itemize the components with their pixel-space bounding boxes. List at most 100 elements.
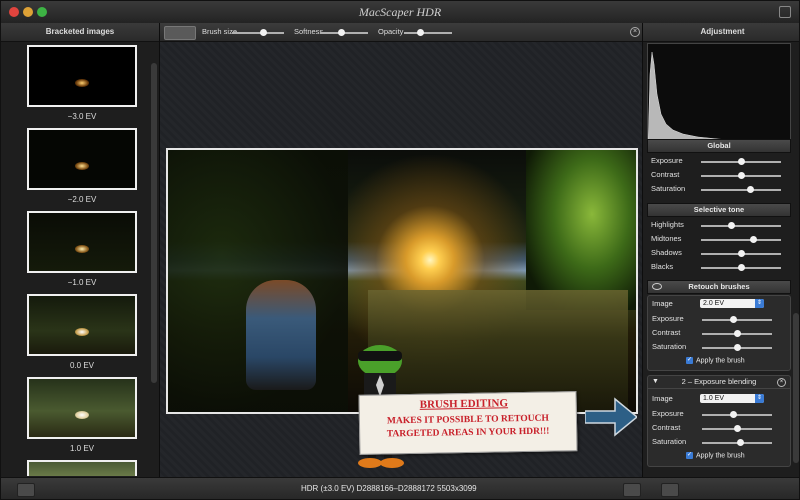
global-section-title: Global bbox=[647, 139, 791, 153]
thumbnail-minus2[interactable]: −2.0 EV bbox=[27, 128, 137, 204]
global-exposure-row: Exposure bbox=[651, 155, 789, 167]
brush2-contrast-row: Contrast bbox=[652, 422, 790, 434]
brush2-saturation-label: Saturation bbox=[652, 437, 687, 446]
thumbnail-image bbox=[27, 211, 137, 273]
histogram bbox=[647, 43, 791, 151]
brush-size-knob[interactable] bbox=[259, 29, 267, 36]
brush2-exposure-slider[interactable] bbox=[702, 411, 772, 418]
eye-icon[interactable] bbox=[652, 283, 662, 290]
slider-knob[interactable] bbox=[730, 411, 737, 418]
left-scrollbar[interactable] bbox=[151, 63, 157, 383]
app-title: MacScaper HDR bbox=[358, 5, 442, 19]
blacks-slider[interactable] bbox=[701, 264, 781, 271]
histogram-graph bbox=[648, 51, 790, 150]
brush-editing-sign: BRUSH EDITING MAKES IT POSSIBLE TO RETOU… bbox=[358, 391, 578, 455]
highlights-slider[interactable] bbox=[701, 222, 781, 229]
bracketed-images-panel: Bracketed images −3.0 EV −2.0 EV −1.0 EV… bbox=[1, 23, 160, 477]
thumbnail-image bbox=[27, 45, 137, 107]
brush1-apply-checkbox[interactable]: ✓ Apply the brush bbox=[686, 357, 745, 364]
brush1-contrast-row: Contrast bbox=[652, 327, 790, 339]
thumbnail-image bbox=[27, 460, 137, 476]
brush1-apply-label: Apply the brush bbox=[696, 357, 745, 365]
right-scrollbar[interactable] bbox=[793, 313, 799, 463]
brush1-saturation-slider[interactable] bbox=[702, 344, 772, 351]
thumbnail-minus3[interactable]: −3.0 EV bbox=[27, 45, 137, 121]
slider-knob[interactable] bbox=[737, 250, 745, 257]
sign-title: BRUSH EDITING bbox=[419, 397, 509, 411]
brush-toolbar: Brush size Softness Opacity × bbox=[160, 23, 642, 42]
checkmark-icon: ✓ bbox=[686, 357, 693, 364]
thumbnail-image bbox=[27, 377, 137, 439]
global-saturation-row: Saturation bbox=[651, 183, 789, 195]
slider-knob[interactable] bbox=[733, 344, 741, 351]
global-saturation-slider[interactable] bbox=[701, 186, 781, 193]
opacity-knob[interactable] bbox=[417, 29, 425, 36]
slider-knob[interactable] bbox=[737, 439, 744, 446]
brush1-exposure-label: Exposure bbox=[652, 314, 684, 323]
bracketed-images-title: Bracketed images bbox=[1, 23, 159, 42]
blacks-label: Blacks bbox=[651, 262, 674, 271]
brush1-saturation-label: Saturation bbox=[652, 342, 687, 351]
shadows-slider[interactable] bbox=[701, 250, 781, 257]
thumbnail-zero[interactable]: 0.0 EV bbox=[27, 294, 137, 370]
brush2-exposure-row: Exposure bbox=[652, 408, 790, 420]
collapse-triangle-icon[interactable]: ▼ bbox=[652, 376, 659, 388]
brush2-saturation-slider[interactable] bbox=[702, 439, 772, 446]
midtones-slider[interactable] bbox=[701, 236, 781, 243]
softness-knob[interactable] bbox=[338, 29, 346, 36]
thumbnail-image bbox=[27, 128, 137, 190]
brush1-image-select[interactable]: 2.0 EV ⇕ bbox=[700, 299, 764, 308]
retouch-brushes-title: Retouch brushes bbox=[688, 282, 750, 291]
thumbnail-plus1[interactable]: 1.0 EV bbox=[27, 377, 137, 453]
fullscreen-button[interactable] bbox=[779, 6, 791, 18]
brush2-image-select[interactable]: 1.0 EV ⇕ bbox=[700, 394, 764, 403]
sign-body: MAKES IT POSSIBLE TO RETOUCH TARGETED AR… bbox=[366, 412, 570, 442]
brush-size-slider[interactable] bbox=[232, 29, 284, 36]
slider-knob[interactable] bbox=[747, 186, 755, 193]
close-brush-icon[interactable]: × bbox=[630, 27, 640, 37]
brush1-contrast-slider[interactable] bbox=[702, 330, 772, 337]
shadows-label: Shadows bbox=[651, 248, 682, 257]
pointer-arrow-icon bbox=[585, 397, 637, 437]
brush2-image-value: 1.0 EV bbox=[703, 395, 725, 402]
thumbnail-label: −1.0 EV bbox=[67, 278, 97, 287]
thumbnail-image bbox=[27, 294, 137, 356]
brush2-exposure-label: Exposure bbox=[652, 409, 684, 418]
slider-knob[interactable] bbox=[749, 236, 757, 243]
brush1-saturation-row: Saturation bbox=[652, 341, 790, 353]
slider-knob[interactable] bbox=[737, 158, 745, 165]
global-exposure-slider[interactable] bbox=[701, 158, 781, 165]
brush-tool-button[interactable] bbox=[164, 26, 196, 40]
thumbnail-minus1[interactable]: −1.0 EV bbox=[27, 211, 137, 287]
slider-knob[interactable] bbox=[733, 425, 741, 432]
slider-knob[interactable] bbox=[727, 222, 735, 229]
slider-knob[interactable] bbox=[733, 330, 741, 337]
thumbnail-label: 1.0 EV bbox=[69, 444, 94, 453]
slider-knob[interactable] bbox=[730, 316, 737, 323]
status-text: HDR (±3.0 EV) D2888166–D2888172 5503x309… bbox=[301, 484, 477, 493]
brush2-header[interactable]: ▼ 2 – Exposure blending × bbox=[648, 376, 790, 389]
opacity-slider[interactable] bbox=[404, 29, 452, 36]
brush2-title: 2 – Exposure blending bbox=[681, 377, 757, 386]
export-button[interactable] bbox=[661, 483, 679, 497]
brush1-exposure-slider[interactable] bbox=[702, 316, 772, 323]
adjustment-panel: Adjustment Global Exposure Contrast Satu… bbox=[642, 23, 799, 477]
highlights-row: Highlights bbox=[651, 219, 789, 231]
highlights-label: Highlights bbox=[651, 220, 684, 229]
remove-brush-icon[interactable]: × bbox=[777, 378, 786, 387]
slider-knob[interactable] bbox=[737, 172, 745, 179]
thumbnail-label: −2.0 EV bbox=[67, 195, 97, 204]
settings-button[interactable] bbox=[17, 483, 35, 497]
softness-slider[interactable] bbox=[320, 29, 368, 36]
brush1-contrast-label: Contrast bbox=[652, 328, 681, 337]
slider-knob[interactable] bbox=[737, 264, 745, 271]
brush1-image-label: Image bbox=[652, 299, 673, 308]
thumbnail-plus2[interactable] bbox=[27, 460, 137, 476]
brush-1-box: Image 2.0 EV ⇕ Exposure Contrast Saturat… bbox=[647, 295, 791, 371]
compare-view-button[interactable] bbox=[623, 483, 641, 497]
brush2-contrast-slider[interactable] bbox=[702, 425, 772, 432]
brush2-saturation-row: Saturation bbox=[652, 436, 790, 448]
global-contrast-slider[interactable] bbox=[701, 172, 781, 179]
brush2-apply-checkbox[interactable]: ✓ Apply the brush bbox=[686, 452, 745, 459]
thumbnail-label: 0.0 EV bbox=[69, 361, 94, 370]
